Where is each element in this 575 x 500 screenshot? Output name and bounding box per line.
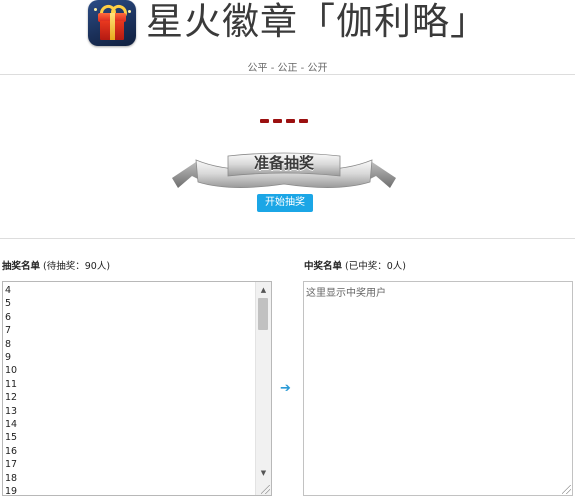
pool-label: 抽奖名单 (待抽奖：90人) <box>2 258 110 272</box>
winners-title: 中奖名单 <box>304 261 343 272</box>
list-item[interactable]: 4 <box>5 284 17 297</box>
resize-handle-icon[interactable] <box>261 485 270 494</box>
list-item[interactable]: 5 <box>5 297 17 310</box>
list-item[interactable]: 19 <box>5 485 17 495</box>
page-subtitle: 公平 - 公正 - 公开 <box>247 63 328 74</box>
scroll-down-icon[interactable]: ▼ <box>256 467 271 479</box>
list-item[interactable]: 7 <box>5 324 17 337</box>
list-item[interactable]: 6 <box>5 311 17 324</box>
scroll-up-icon[interactable]: ▲ <box>256 284 271 296</box>
winners-count: (已中奖：0人) <box>345 261 407 272</box>
list-item[interactable]: 9 <box>5 351 17 364</box>
arrow-right-icon: ➔ <box>280 381 291 396</box>
list-item[interactable]: 12 <box>5 391 17 404</box>
pool-count: (待抽奖：90人) <box>43 261 111 272</box>
draw-banner: 准备抽奖 <box>170 148 398 192</box>
list-item[interactable]: 11 <box>5 378 17 391</box>
scroll-thumb[interactable] <box>258 298 268 330</box>
list-item[interactable]: 10 <box>5 364 17 377</box>
draw-status-dashes <box>260 119 308 125</box>
list-item[interactable]: 17 <box>5 458 17 471</box>
list-item[interactable]: 14 <box>5 418 17 431</box>
winners-label: 中奖名单 (已中奖：0人) <box>304 258 406 272</box>
list-item[interactable]: 16 <box>5 445 17 458</box>
gift-box-icon <box>88 0 136 46</box>
pool-scrollbar[interactable]: ▲ ▼ <box>255 282 271 495</box>
start-draw-button[interactable]: 开始抽奖 <box>257 194 313 212</box>
list-item[interactable]: 15 <box>5 431 17 444</box>
list-item[interactable]: 13 <box>5 405 17 418</box>
resize-handle-icon[interactable] <box>562 485 571 494</box>
divider-top <box>0 74 575 75</box>
pool-title: 抽奖名单 <box>2 261 41 272</box>
page-title: 星火徽章「伽利略」 <box>146 0 488 43</box>
winners-placeholder: 这里显示中奖用户 <box>306 288 386 299</box>
winners-textarea[interactable]: 这里显示中奖用户 <box>303 281 573 496</box>
header: 星火徽章「伽利略」 <box>0 0 575 56</box>
list-item[interactable]: 8 <box>5 338 17 351</box>
list-item[interactable]: 18 <box>5 472 17 485</box>
draw-banner-text: 准备抽奖 <box>253 154 314 172</box>
pool-listbox[interactable]: 4 5 6 7 8 9 10 11 12 13 14 15 16 17 18 1… <box>2 281 272 496</box>
pool-list: 4 5 6 7 8 9 10 11 12 13 14 15 16 17 18 1… <box>5 284 17 495</box>
divider-middle <box>0 238 575 239</box>
